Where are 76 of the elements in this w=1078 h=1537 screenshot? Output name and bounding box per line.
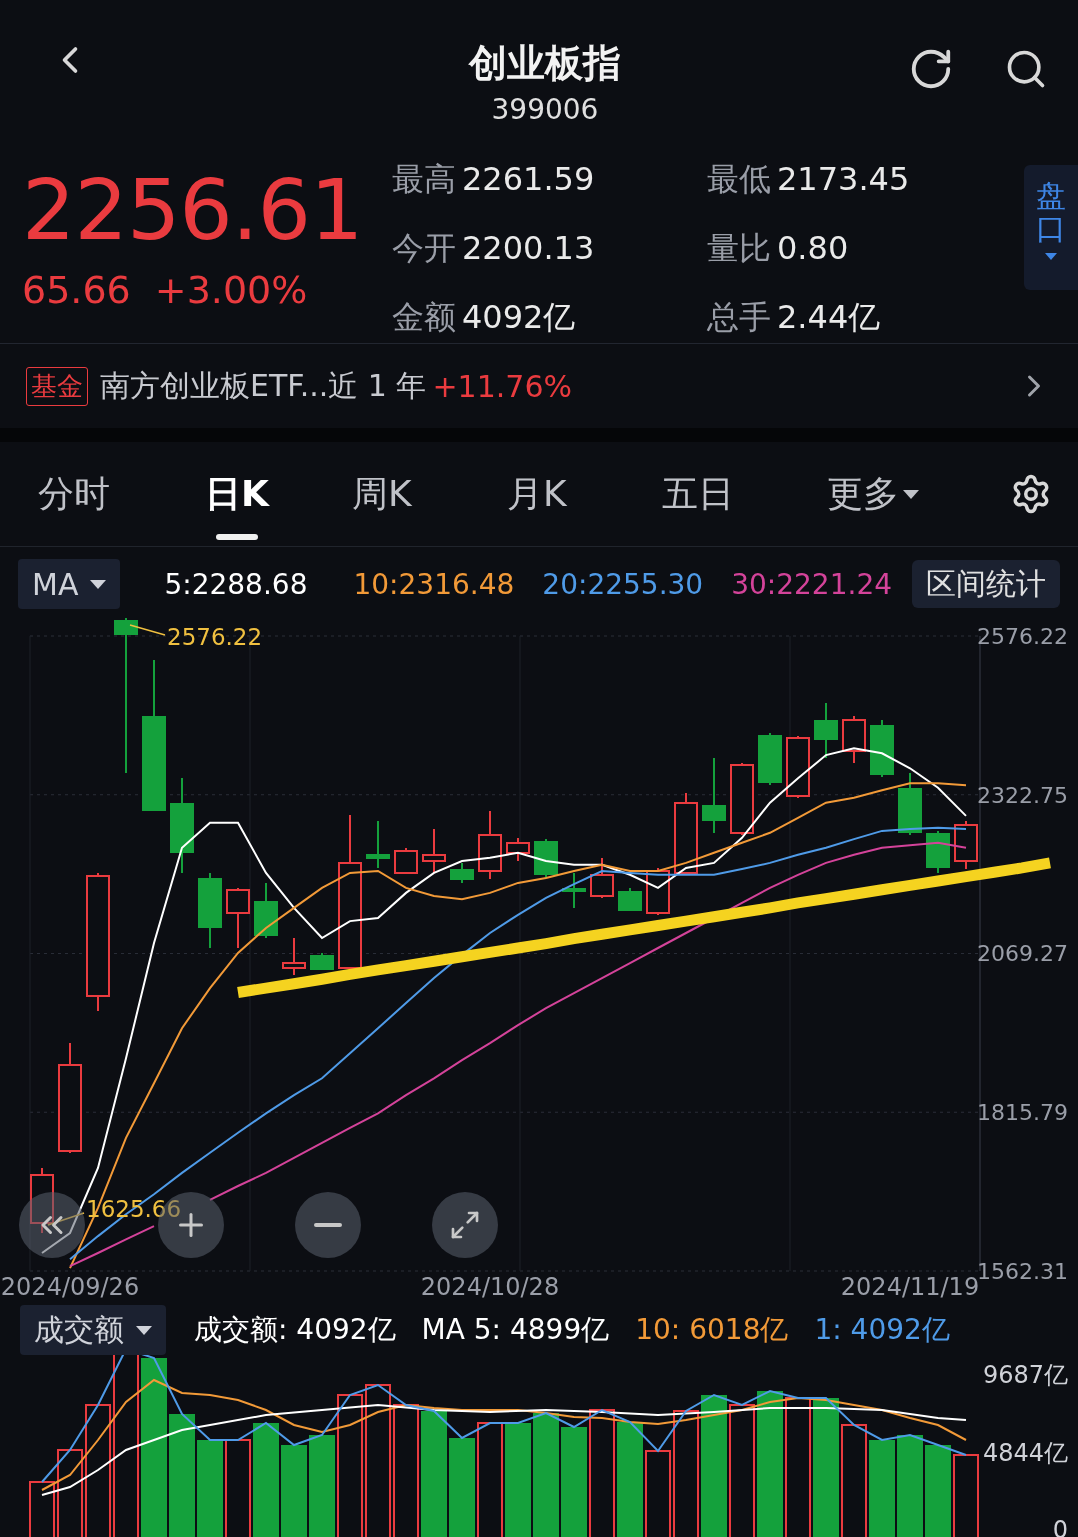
volume-reading: 1: 4092亿 bbox=[814, 1312, 950, 1348]
volume-reading: 成交额: 4092亿 bbox=[194, 1312, 396, 1348]
current-price: 2256.61 bbox=[22, 167, 364, 252]
stat-value: 2.44亿 bbox=[777, 297, 881, 339]
period-tab[interactable]: 月K bbox=[507, 452, 567, 537]
leader-line bbox=[47, 1212, 85, 1226]
candlestick bbox=[282, 937, 306, 976]
volume-indicator-dropdown[interactable]: 成交额 bbox=[20, 1305, 166, 1355]
stat-label: 最低 bbox=[707, 158, 771, 200]
stat-value: 2173.45 bbox=[777, 159, 910, 198]
candlestick bbox=[534, 838, 558, 879]
range-statistics-button[interactable]: 区间统计 bbox=[912, 560, 1060, 609]
index-code: 399006 bbox=[491, 93, 599, 126]
expand-icon bbox=[449, 1209, 481, 1241]
candlestick bbox=[590, 857, 614, 899]
volume-reading: 10: 6018亿 bbox=[635, 1312, 789, 1348]
candlestick bbox=[226, 887, 250, 949]
percent-change: +3.00% bbox=[154, 267, 308, 312]
stat-value: 2200.13 bbox=[462, 229, 595, 267]
stat-value: 0.80 bbox=[777, 229, 849, 267]
volume-axis-label: 4844亿 bbox=[982, 1439, 1068, 1467]
period-tab[interactable]: 分时 bbox=[38, 452, 110, 537]
candlestick bbox=[926, 830, 950, 874]
candlestick bbox=[310, 952, 334, 971]
volume-reading: MA 5: 4899亿 bbox=[421, 1312, 610, 1348]
stat-label: 量比 bbox=[707, 228, 771, 269]
candlestick bbox=[618, 887, 642, 912]
stat-label: 金额 bbox=[392, 297, 456, 339]
price-axis-label: 1815.79 bbox=[977, 1100, 1068, 1126]
price-axis-label: 2069.27 bbox=[977, 941, 1068, 967]
candlestick bbox=[478, 810, 502, 880]
fund-name[interactable]: 南方创业板ETF...近 1 年 bbox=[100, 365, 427, 407]
indicator-dropdown[interactable]: MA bbox=[18, 559, 121, 610]
candlestick bbox=[786, 735, 810, 799]
index-title: 创业板指 bbox=[469, 40, 621, 87]
leader-line bbox=[129, 624, 166, 636]
candlestick bbox=[30, 1167, 54, 1234]
volume-axis-label: 9687亿 bbox=[982, 1361, 1068, 1389]
candlestick bbox=[898, 772, 922, 836]
price-axis-label: 2576.22 bbox=[977, 624, 1068, 649]
moving-average-value: 10:2316.48 bbox=[353, 567, 515, 601]
candlestick bbox=[814, 702, 838, 759]
date-axis-label: 2024/09/26 bbox=[0, 1273, 140, 1301]
stat-label: 今开 bbox=[392, 228, 456, 269]
period-tab[interactable]: 周K bbox=[352, 452, 412, 537]
candlestick bbox=[954, 820, 978, 870]
stat-value: 4092亿 bbox=[462, 297, 576, 339]
candlestick bbox=[758, 732, 782, 786]
more-menu-tab[interactable]: 更多 bbox=[827, 452, 919, 537]
candlestick bbox=[422, 828, 446, 874]
moving-average-value: 20:2255.30 bbox=[542, 567, 704, 601]
price-axis-label: 2322.75 bbox=[977, 782, 1068, 808]
candlestick bbox=[562, 872, 586, 909]
fund-return: +11.76% bbox=[432, 368, 572, 404]
candlestick bbox=[450, 862, 474, 884]
max-price-label: 2576.22 bbox=[167, 624, 263, 650]
stat-value: 2261.59 bbox=[462, 159, 595, 198]
candlestick bbox=[506, 837, 530, 862]
candlestick bbox=[842, 715, 866, 764]
candlestick bbox=[366, 820, 390, 869]
candlestick bbox=[870, 719, 894, 778]
candlestick bbox=[394, 847, 418, 874]
date-axis-label: 2024/10/28 bbox=[420, 1273, 560, 1301]
stat-label: 总手 bbox=[707, 297, 771, 339]
minus-icon bbox=[314, 1223, 342, 1227]
period-tab[interactable]: 日K bbox=[205, 452, 269, 537]
stat-label: 最高 bbox=[392, 158, 456, 200]
moving-average-value: 30:2221.24 bbox=[731, 567, 893, 601]
price-axis-label: 1562.31 bbox=[977, 1259, 1068, 1284]
price-change: 65.66 bbox=[22, 267, 131, 312]
candlestick bbox=[254, 882, 278, 939]
period-tab[interactable]: 五日 bbox=[662, 452, 734, 537]
date-axis-label: 2024/11/19 bbox=[840, 1273, 980, 1301]
order-book-tab[interactable]: 盘口 bbox=[1024, 164, 1078, 290]
moving-average-value: 5:2288.68 bbox=[164, 567, 308, 601]
fund-tag: 基金 bbox=[26, 366, 88, 406]
